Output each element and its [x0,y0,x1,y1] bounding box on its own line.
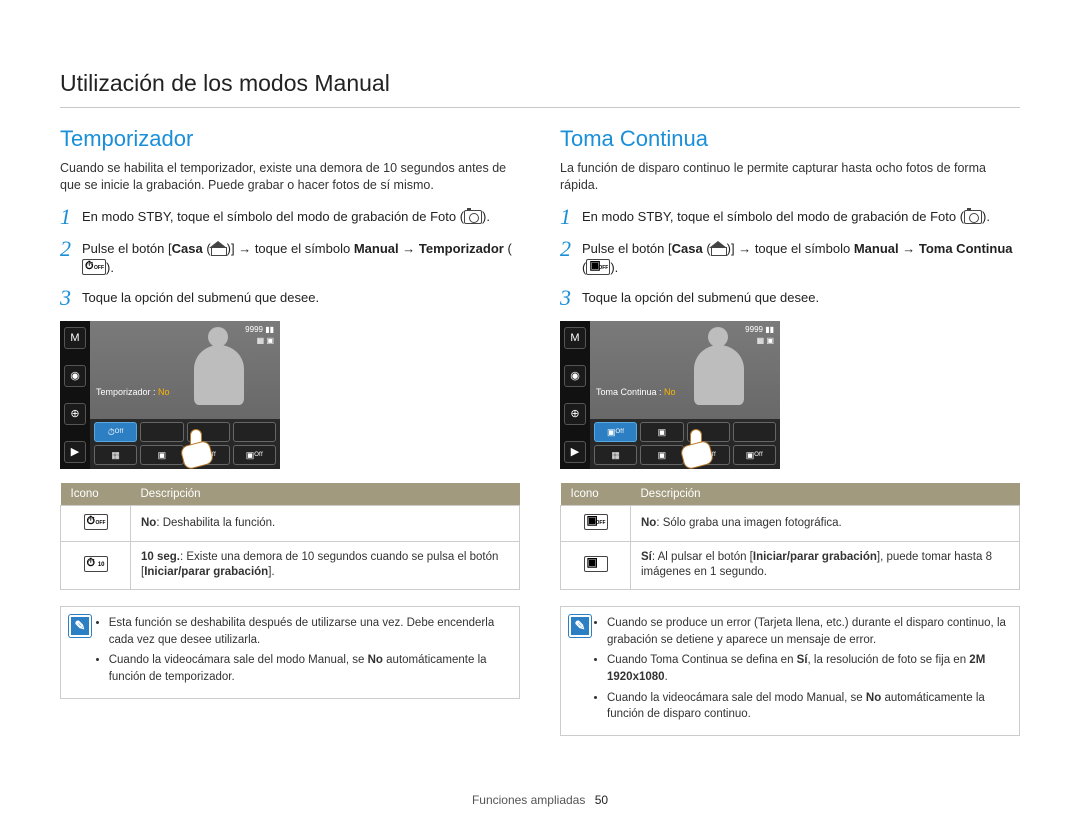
table-row: 10 seg.: Existe una demora de 10 segundo… [61,541,520,589]
device-status: 9999 ▮▮▦ ▣ [245,325,274,346]
right-column: Toma Continua La función de disparo cont… [560,126,1020,736]
page-footer: Funciones ampliadas 50 [0,793,1080,807]
note-item: Cuando se produce un error (Tarjeta llen… [607,615,1009,648]
pointer-hand-icon [180,429,216,465]
divider [60,107,1020,108]
device-status: 9999 ▮▮▦ ▣ [745,325,774,346]
option-row2[interactable]: ▣ [140,445,183,465]
timer-off-icon [82,259,106,275]
th-desc: Descripción [631,483,1020,506]
play-icon: ▶ [64,441,86,463]
camera-icon: ◉ [564,365,586,387]
step-number: 3 [560,287,582,309]
step-number: 2 [560,238,582,278]
table-row: No: Deshabilita la función. [61,506,520,542]
icon-table-right: Icono Descripción No: Sólo graba una ima… [560,483,1020,590]
step-body: En modo STBY, toque el símbolo del modo … [82,208,520,228]
note-item: Cuando la videocámara sale del modo Manu… [607,690,1009,723]
device-sidebar: M ◉ ⊕ ▶ [560,321,590,469]
camera-icon [464,210,482,224]
device-sidebar: M ◉ ⊕ ▶ [60,321,90,469]
table-row: Sí: Al pulsar el botón [Iniciar/parar gr… [561,541,1020,589]
step-number: 1 [560,206,582,228]
section-heading-right: Toma Continua [560,126,1020,152]
camera-icon [964,210,982,224]
steps-left: 1 En modo STBY, toque el símbolo del mod… [60,208,520,310]
left-column: Temporizador Cuando se habilita el tempo… [60,126,520,736]
option-row2[interactable]: ▣ [640,445,683,465]
step-body: Toque la opción del submenú que desee. [82,289,520,309]
option-blank[interactable] [233,422,276,442]
home-icon [211,242,227,256]
note-box-left: ✎ Esta función se deshabilita después de… [60,606,520,699]
steps-right: 1 En modo STBY, toque el símbolo del mod… [560,208,1020,310]
intro-left: Cuando se habilita el temporizador, exis… [60,160,520,194]
zoom-icon: ⊕ [64,403,86,425]
step-number: 1 [60,206,82,228]
step-number: 3 [60,287,82,309]
option-blank[interactable] [140,422,183,442]
device-message: Temporizador : No [96,387,170,397]
note-item: Cuando la videocámara sale del modo Manu… [109,652,509,685]
timer-off-icon [84,514,108,530]
note-box-right: ✎ Cuando se produce un error (Tarjeta ll… [560,606,1020,736]
icon-table-left: Icono Descripción No: Deshabilita la fun… [60,483,520,590]
device-screenshot-left: M ◉ ⊕ ▶ 9999 ▮▮▦ ▣ Temporizador : No [60,321,280,469]
step-body: Pulse el botón [Casa ()] → toque el símb… [582,240,1020,278]
play-icon: ▶ [564,441,586,463]
step-number: 2 [60,238,82,278]
table-row: No: Sólo graba una imagen fotográfica. [561,506,1020,542]
page-title: Utilización de los modos Manual [60,70,1020,97]
option-blank[interactable] [733,422,776,442]
option-row2[interactable]: ▣ᴼᶠᶠ [233,445,276,465]
mode-icon: M [64,327,86,349]
zoom-icon: ⊕ [564,403,586,425]
home-icon [711,242,727,256]
option-cont-off[interactable]: ▣ᴼᶠᶠ [594,422,637,442]
device-screenshot-right: M ◉ ⊕ ▶ 9999 ▮▮▦ ▣ Toma Continua : No [560,321,780,469]
th-icon: Icono [61,483,131,506]
mode-icon: M [564,327,586,349]
th-desc: Descripción [131,483,520,506]
camera-icon: ◉ [64,365,86,387]
intro-right: La función de disparo continuo le permit… [560,160,1020,194]
note-item: Esta función se deshabilita después de u… [109,615,509,648]
device-message: Toma Continua : No [596,387,676,397]
step-body: En modo STBY, toque el símbolo del modo … [582,208,1020,228]
option-row2[interactable]: ▦ [94,445,137,465]
step-body: Pulse el botón [Casa ()] → toque el símb… [82,240,520,278]
continuous-off-icon [586,259,610,275]
section-heading-left: Temporizador [60,126,520,152]
timer-10-icon [84,556,108,572]
option-row2[interactable]: ▣ᴼᶠᶠ [733,445,776,465]
note-icon: ✎ [69,615,91,637]
note-icon: ✎ [569,615,591,637]
continuous-off-icon [584,514,608,530]
option-cont-on[interactable]: ▣ [640,422,683,442]
continuous-on-icon [584,556,608,572]
option-timer-off[interactable]: ⏱ᴼᶠᶠ [94,422,137,442]
th-icon: Icono [561,483,631,506]
pointer-hand-icon [680,429,716,465]
option-row2[interactable]: ▦ [594,445,637,465]
note-item: Cuando Toma Continua se defina en Sí, la… [607,652,1009,685]
step-body: Toque la opción del submenú que desee. [582,289,1020,309]
